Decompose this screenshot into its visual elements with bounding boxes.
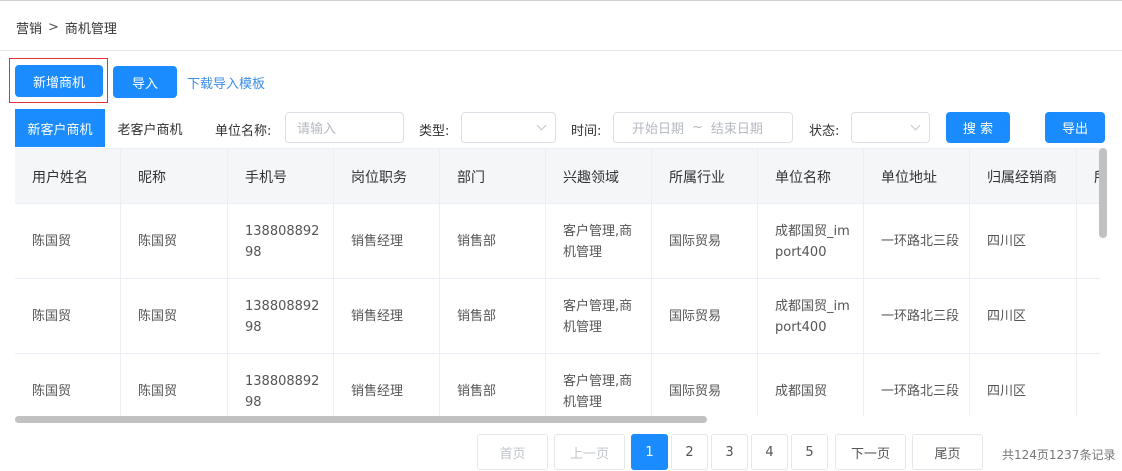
table-cell: 客户管理,商机管理 — [546, 354, 652, 416]
last-page-button[interactable]: 尾页 — [912, 434, 983, 470]
table-row[interactable]: 陈国贸 陈国贸 13880889298 销售经理 销售部 客户管理,商机管理 国… — [15, 204, 1100, 279]
table-cell: 陈国贸 — [15, 204, 121, 279]
table-cell: 客户管理,商机管理 — [546, 204, 652, 279]
table-cell: 13880889298 — [228, 204, 334, 279]
download-template-link[interactable]: 下载导入模板 — [187, 73, 265, 92]
table-cell: 一环路北三段 — [864, 354, 970, 416]
column-header: 昵称 — [121, 149, 228, 204]
export-button[interactable]: 导出 — [1045, 112, 1105, 143]
table-cell: 四川区 — [970, 354, 1077, 416]
company-name-placeholder: 请输入 — [297, 122, 337, 137]
table-cell: 陈国贸 — [15, 354, 121, 416]
type-select[interactable] — [461, 112, 556, 143]
table-cell: 销售部 — [440, 354, 546, 416]
import-button[interactable]: 导入 — [113, 66, 177, 98]
column-header: 部门 — [440, 149, 546, 204]
column-header: 手机号 — [228, 149, 334, 204]
date-end-placeholder: 结束日期 — [710, 122, 763, 137]
next-page-button[interactable]: 下一页 — [835, 434, 906, 470]
chevron-down-icon — [536, 120, 547, 131]
breadcrumb: 营销 > 商机管理 — [16, 18, 117, 37]
type-label: 类型: — [419, 124, 450, 139]
table-cell: 成都国贸_import400 — [758, 279, 864, 354]
table-header: 用户姓名 昵称 手机号 岗位职务 部门 兴趣领域 所属行业 单位名称 单位地址 … — [15, 149, 1100, 204]
table-cell: 国际贸易 — [652, 354, 758, 416]
table-cell: 陈国贸 — [121, 279, 228, 354]
date-range-separator: ~ — [692, 120, 703, 135]
table-cell — [1077, 204, 1100, 279]
table-cell: 13880889298 — [228, 279, 334, 354]
column-header: 单位名称 — [758, 149, 864, 204]
table-cell — [1077, 354, 1100, 416]
table-cell — [1077, 279, 1100, 354]
horizontal-scrollbar[interactable] — [15, 416, 707, 423]
status-label: 状态: — [809, 124, 840, 139]
data-table: 用户姓名 昵称 手机号 岗位职务 部门 兴趣领域 所属行业 单位名称 单位地址 … — [15, 148, 1100, 416]
total-records: 共124页1237条记录 — [1002, 448, 1116, 462]
column-header: 所属行业 — [652, 149, 758, 204]
date-start-placeholder: 开始日期 — [632, 122, 685, 137]
top-bar: 营销 > 商机管理 — [0, 0, 1122, 51]
page-button-1[interactable]: 1 — [631, 434, 668, 470]
prev-page-button[interactable]: 上一页 — [554, 434, 625, 470]
table-cell: 13880889298 — [228, 354, 334, 416]
table-cell: 陈国贸 — [121, 204, 228, 279]
table-cell: 陈国贸 — [15, 279, 121, 354]
status-select[interactable] — [851, 112, 930, 143]
new-opportunity-button[interactable]: 新增商机 — [15, 65, 103, 97]
page-button-2[interactable]: 2 — [671, 434, 708, 470]
table-cell: 客户管理,商机管理 — [546, 279, 652, 354]
column-header: 用户姓名 — [15, 149, 121, 204]
page-button-4[interactable]: 4 — [751, 434, 788, 470]
company-name-label: 单位名称: — [215, 124, 272, 139]
page-button-3[interactable]: 3 — [711, 434, 748, 470]
table-cell: 陈国贸 — [121, 354, 228, 416]
column-header: 兴趣领域 — [546, 149, 652, 204]
breadcrumb-parent[interactable]: 营销 — [16, 18, 42, 37]
table-row[interactable]: 陈国贸 陈国贸 13880889298 销售经理 销售部 客户管理,商机管理 国… — [15, 279, 1100, 354]
breadcrumb-current: 商机管理 — [64, 22, 117, 37]
search-button[interactable]: 搜 索 — [946, 112, 1010, 143]
column-header: 岗位职务 — [334, 149, 440, 204]
column-header: 所 — [1077, 149, 1100, 204]
page-button-5[interactable]: 5 — [791, 434, 828, 470]
table-cell: 国际贸易 — [652, 204, 758, 279]
table-cell: 四川区 — [970, 204, 1077, 279]
table-cell: 销售部 — [440, 279, 546, 354]
company-name-input[interactable]: 请输入 — [285, 112, 404, 143]
table-cell: 成都国贸_import400 — [758, 204, 864, 279]
tab-new-customer[interactable]: 新客户商机 — [15, 109, 105, 147]
time-label: 时间: — [571, 124, 602, 139]
table-cell: 销售经理 — [334, 279, 440, 354]
date-range-picker[interactable]: 开始日期 ~ 结束日期 — [613, 112, 793, 143]
table-cell: 一环路北三段 — [864, 204, 970, 279]
table-cell: 一环路北三段 — [864, 279, 970, 354]
first-page-button[interactable]: 首页 — [477, 434, 548, 470]
chevron-down-icon — [910, 120, 921, 131]
breadcrumb-separator: > — [48, 20, 59, 35]
column-header: 归属经销商 — [970, 149, 1077, 204]
vertical-scrollbar[interactable] — [1099, 148, 1107, 238]
tab-old-customer[interactable]: 老客户商机 — [105, 109, 195, 147]
table-cell: 销售经理 — [334, 204, 440, 279]
column-header: 单位地址 — [864, 149, 970, 204]
table-cell: 成都国贸 — [758, 354, 864, 416]
table-cell: 销售经理 — [334, 354, 440, 416]
table-row[interactable]: 陈国贸 陈国贸 13880889298 销售经理 销售部 客户管理,商机管理 国… — [15, 354, 1100, 416]
table-cell: 销售部 — [440, 204, 546, 279]
table-cell: 四川区 — [970, 279, 1077, 354]
table-cell: 国际贸易 — [652, 279, 758, 354]
